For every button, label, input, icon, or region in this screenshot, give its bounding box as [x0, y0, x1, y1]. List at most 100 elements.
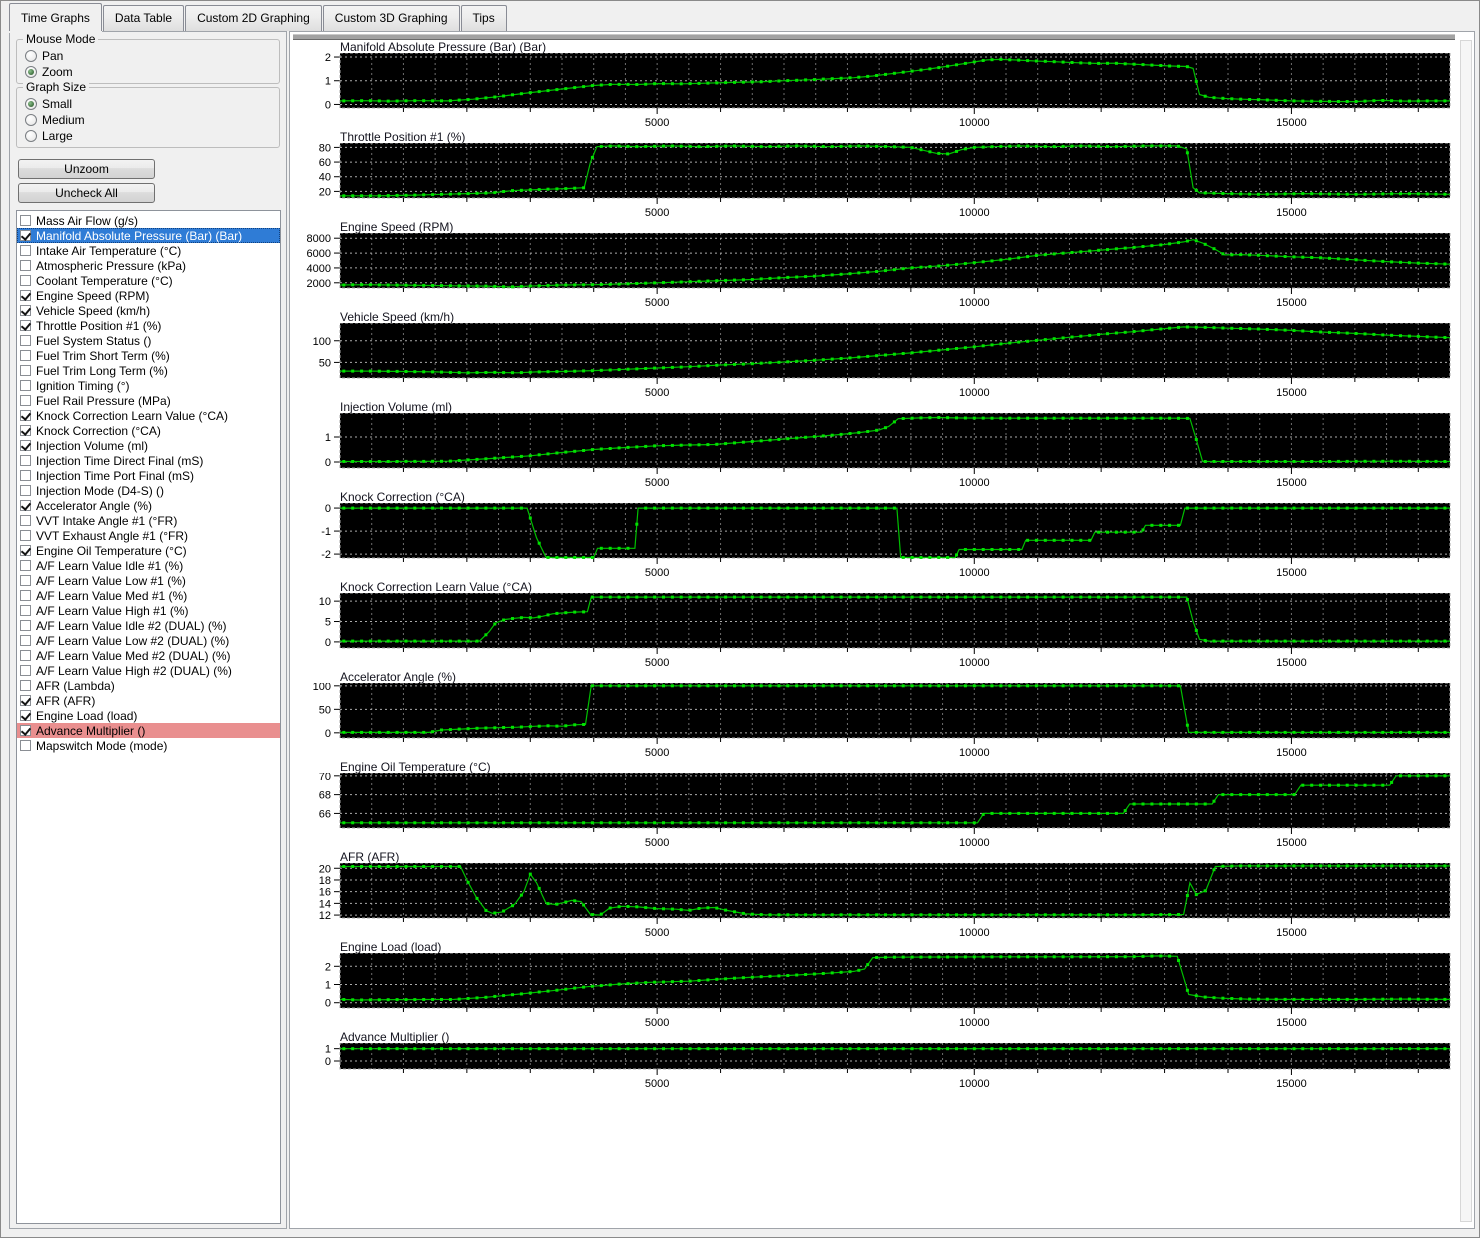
- param-checkbox[interactable]: [20, 560, 31, 571]
- param-row[interactable]: Coolant Temperature (°C): [17, 273, 280, 288]
- radio-large[interactable]: Large: [25, 128, 279, 144]
- param-checkbox[interactable]: [20, 650, 31, 661]
- uncheck-all-button[interactable]: Uncheck All: [18, 183, 155, 203]
- param-checkbox[interactable]: [20, 440, 31, 451]
- param-checkbox[interactable]: [20, 740, 31, 751]
- param-row[interactable]: Ignition Timing (°): [17, 378, 280, 393]
- param-row[interactable]: Engine Load (load): [17, 708, 280, 723]
- param-row[interactable]: Injection Volume (ml): [17, 438, 280, 453]
- graph-plot[interactable]: 1214161820 5000 10000 15000: [290, 863, 1462, 942]
- param-checkbox[interactable]: [20, 350, 31, 361]
- param-row[interactable]: Knock Correction Learn Value (°CA): [17, 408, 280, 423]
- radio-icon[interactable]: [25, 50, 37, 62]
- graph-plot[interactable]: 20 40 60 80 5000 10000 15000: [290, 143, 1462, 222]
- param-row[interactable]: A/F Learn Value Low #2 (DUAL) (%): [17, 633, 280, 648]
- param-checkbox[interactable]: [20, 215, 31, 226]
- param-checkbox[interactable]: [20, 260, 31, 271]
- param-row[interactable]: Engine Oil Temperature (°C): [17, 543, 280, 558]
- param-row[interactable]: A/F Learn Value Idle #2 (DUAL) (%): [17, 618, 280, 633]
- radio-medium[interactable]: Medium: [25, 112, 279, 128]
- param-row[interactable]: Advance Multiplier (): [17, 723, 280, 738]
- param-checkbox[interactable]: [20, 635, 31, 646]
- param-row[interactable]: Fuel Rail Pressure (MPa): [17, 393, 280, 408]
- param-row[interactable]: VVT Exhaust Angle #1 (°FR): [17, 528, 280, 543]
- graph-plot[interactable]: 0 50 100 5000 10000 15000: [290, 683, 1462, 762]
- param-checkbox[interactable]: [20, 680, 31, 691]
- tab-data-table[interactable]: Data Table: [102, 5, 185, 31]
- radio-icon[interactable]: [25, 114, 37, 126]
- param-row[interactable]: Intake Air Temperature (°C): [17, 243, 280, 258]
- tab-custom-2d-graphing[interactable]: Custom 2D Graphing: [185, 5, 322, 31]
- param-checkbox[interactable]: [20, 455, 31, 466]
- param-row[interactable]: Knock Correction (°CA): [17, 423, 280, 438]
- param-row[interactable]: Mapswitch Mode (mode): [17, 738, 280, 753]
- radio-zoom[interactable]: Zoom: [25, 64, 279, 80]
- param-checkbox[interactable]: [20, 380, 31, 391]
- param-checkbox[interactable]: [20, 470, 31, 481]
- radio-small[interactable]: Small: [25, 96, 279, 112]
- param-row[interactable]: A/F Learn Value Med #1 (%): [17, 588, 280, 603]
- graph-plot[interactable]: 2000 4000 6000 8000 5000 10000 15000: [290, 233, 1462, 312]
- param-checkbox[interactable]: [20, 575, 31, 586]
- param-checkbox[interactable]: [20, 230, 31, 241]
- param-row[interactable]: Mass Air Flow (g/s): [17, 213, 280, 228]
- param-row[interactable]: A/F Learn Value Idle #1 (%): [17, 558, 280, 573]
- param-checkbox[interactable]: [20, 665, 31, 676]
- param-row[interactable]: Fuel Trim Long Term (%): [17, 363, 280, 378]
- graph-plot[interactable]: 0 5 10 5000 10000 15000: [290, 593, 1462, 672]
- tab-time-graphs[interactable]: Time Graphs: [9, 3, 102, 31]
- graph-plot[interactable]: 50 100 5000 10000 15000: [290, 323, 1462, 402]
- param-checkbox[interactable]: [20, 530, 31, 541]
- param-checkbox[interactable]: [20, 515, 31, 526]
- tab-tips[interactable]: Tips: [460, 5, 507, 31]
- param-checkbox[interactable]: [20, 365, 31, 376]
- param-checkbox[interactable]: [20, 620, 31, 631]
- param-checkbox[interactable]: [20, 275, 31, 286]
- radio-pan[interactable]: Pan: [25, 48, 279, 64]
- param-checkbox[interactable]: [20, 485, 31, 496]
- param-checkbox[interactable]: [20, 305, 31, 316]
- param-row[interactable]: A/F Learn Value Low #1 (%): [17, 573, 280, 588]
- graph-plot[interactable]: 015000 10000 15000: [290, 413, 1462, 492]
- param-row[interactable]: AFR (Lambda): [17, 678, 280, 693]
- param-checkbox[interactable]: [20, 335, 31, 346]
- unzoom-button[interactable]: Unzoom: [18, 159, 155, 179]
- graph-plot[interactable]: 66 68 70 5000 10000 15000: [290, 773, 1462, 852]
- param-checkbox[interactable]: [20, 320, 31, 331]
- param-row[interactable]: Injection Time Direct Final (mS): [17, 453, 280, 468]
- param-row[interactable]: A/F Learn Value Med #2 (DUAL) (%): [17, 648, 280, 663]
- param-row[interactable]: Fuel System Status (): [17, 333, 280, 348]
- param-row[interactable]: Engine Speed (RPM): [17, 288, 280, 303]
- param-checkbox[interactable]: [20, 500, 31, 511]
- param-row[interactable]: A/F Learn Value High #2 (DUAL) (%): [17, 663, 280, 678]
- param-checkbox[interactable]: [20, 710, 31, 721]
- graph-plot[interactable]: 0 1 2 5000 10000 15000: [290, 953, 1462, 1032]
- param-row[interactable]: Manifold Absolute Pressure (Bar) (Bar): [17, 228, 280, 243]
- param-checkbox[interactable]: [20, 290, 31, 301]
- param-row[interactable]: A/F Learn Value High #1 (%): [17, 603, 280, 618]
- param-row[interactable]: Throttle Position #1 (%): [17, 318, 280, 333]
- param-row[interactable]: VVT Intake Angle #1 (°FR): [17, 513, 280, 528]
- param-row[interactable]: Injection Time Port Final (mS): [17, 468, 280, 483]
- graph-plot[interactable]: 015000 10000 15000: [290, 1043, 1462, 1093]
- param-checkbox[interactable]: [20, 695, 31, 706]
- graph-plot[interactable]: -2 -1 0 5000 10000 15000: [290, 503, 1462, 582]
- param-row[interactable]: Injection Mode (D4-S) (): [17, 483, 280, 498]
- param-checkbox[interactable]: [20, 605, 31, 616]
- param-checkbox[interactable]: [20, 395, 31, 406]
- param-checkbox[interactable]: [20, 590, 31, 601]
- param-row[interactable]: Vehicle Speed (km/h): [17, 303, 280, 318]
- param-checkbox[interactable]: [20, 545, 31, 556]
- radio-icon[interactable]: [25, 66, 37, 78]
- radio-icon[interactable]: [25, 130, 37, 142]
- param-row[interactable]: Atmospheric Pressure (kPa): [17, 258, 280, 273]
- param-row[interactable]: Accelerator Angle (%): [17, 498, 280, 513]
- param-row[interactable]: AFR (AFR): [17, 693, 280, 708]
- param-checkbox[interactable]: [20, 410, 31, 421]
- graph-plot[interactable]: 0 1 2 5000 10000 15000: [290, 53, 1462, 132]
- radio-icon[interactable]: [25, 98, 37, 110]
- param-checkbox[interactable]: [20, 245, 31, 256]
- param-row[interactable]: Fuel Trim Short Term (%): [17, 348, 280, 363]
- tab-custom-3d-graphing[interactable]: Custom 3D Graphing: [322, 5, 460, 31]
- param-checkbox[interactable]: [20, 725, 31, 736]
